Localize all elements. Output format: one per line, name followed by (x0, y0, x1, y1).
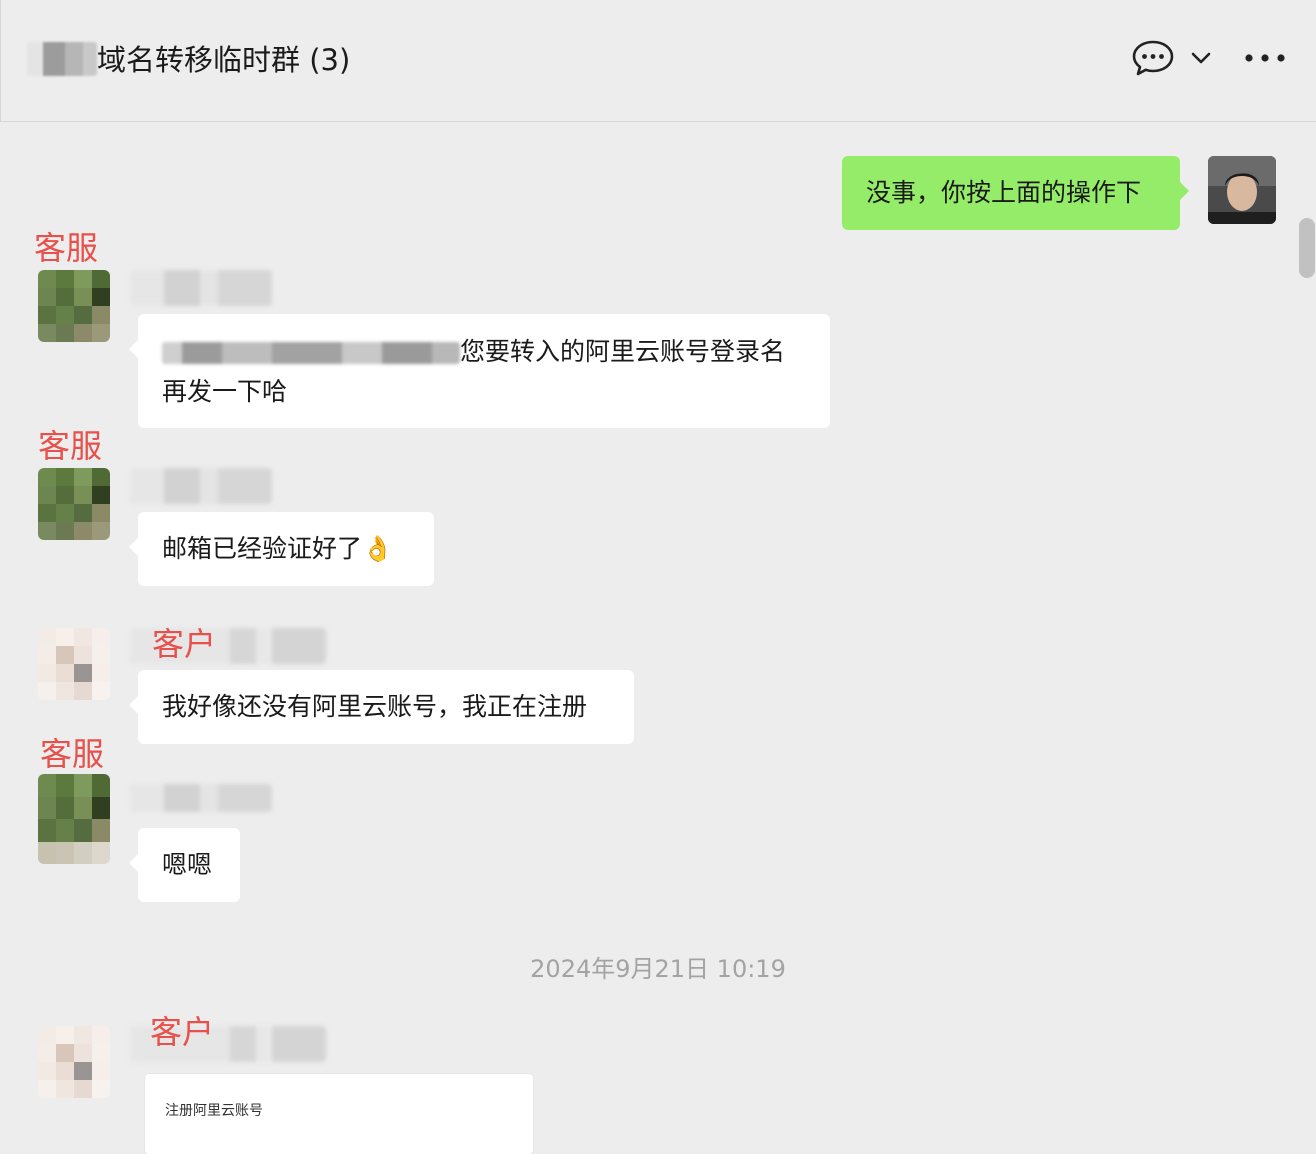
customer-avatar[interactable] (38, 1026, 110, 1098)
message-text: 嗯嗯 (162, 850, 213, 879)
more-dots-icon[interactable] (1243, 50, 1287, 66)
pixelated-avatar (38, 1026, 110, 1098)
redacted-sender-name (130, 784, 272, 812)
role-annotation: 客服 (40, 735, 105, 773)
agent-avatar[interactable] (38, 468, 110, 540)
redacted-sender-name (130, 468, 272, 504)
shared-link-card[interactable]: 注册阿里云账号 (145, 1074, 533, 1154)
my-message-bubble[interactable]: 没事，你按上面的操作下 (842, 156, 1189, 230)
redacted-sender-name (130, 270, 272, 306)
message-text: 我好像还没有阿里云账号，我正在注册 (162, 692, 588, 721)
ok-hand-emoji-icon: 👌 (362, 534, 394, 563)
message-text: 没事，你按上面的操作下 (866, 178, 1142, 207)
chat-title: 域名转移临时群 (3) (97, 43, 351, 77)
agent-avatar[interactable] (38, 774, 110, 864)
message-text-line-2: 再发一下哈 (162, 377, 288, 406)
redacted-group-prefix (27, 42, 97, 76)
message-bubble[interactable]: 邮箱已经验证好了👌 (129, 512, 434, 586)
pixelated-avatar (38, 774, 110, 864)
scrollbar-thumb[interactable] (1299, 218, 1315, 278)
message-text: 邮箱已经验证好了 (162, 534, 363, 563)
customer-avatar[interactable] (38, 628, 110, 700)
timestamp-divider: 2024年9月21日 10:19 (530, 955, 786, 983)
message-text-line-1: 您要转入的阿里云账号登录名 (460, 337, 786, 366)
chat-bubble-icon[interactable] (1131, 38, 1175, 78)
chat-header: 域名转移临时群 (3) (0, 0, 1316, 122)
message-list[interactable]: 没事，你按上面的操作下 客服 您要转入的阿里云账号登录名 再发一下哈 客服 邮箱… (0, 122, 1316, 1154)
person-photo-icon (1208, 156, 1276, 224)
role-annotation: 客服 (34, 229, 99, 267)
role-annotation: 客服 (38, 427, 103, 465)
agent-avatar[interactable] (38, 270, 110, 342)
message-bubble[interactable]: 我好像还没有阿里云账号，我正在注册 (129, 670, 634, 744)
message-bubble[interactable]: 嗯嗯 (129, 828, 240, 902)
role-annotation: 客户 (150, 1013, 215, 1051)
pixelated-avatar (38, 628, 110, 700)
role-annotation: 客户 (152, 625, 217, 663)
card-title: 注册阿里云账号 (165, 1103, 263, 1119)
redacted-text (162, 342, 460, 364)
my-avatar[interactable] (1208, 156, 1276, 224)
message-bubble[interactable]: 您要转入的阿里云账号登录名 再发一下哈 (129, 314, 830, 428)
pixelated-avatar (38, 270, 110, 342)
chevron-down-icon[interactable] (1190, 50, 1212, 66)
pixelated-avatar (38, 468, 110, 540)
